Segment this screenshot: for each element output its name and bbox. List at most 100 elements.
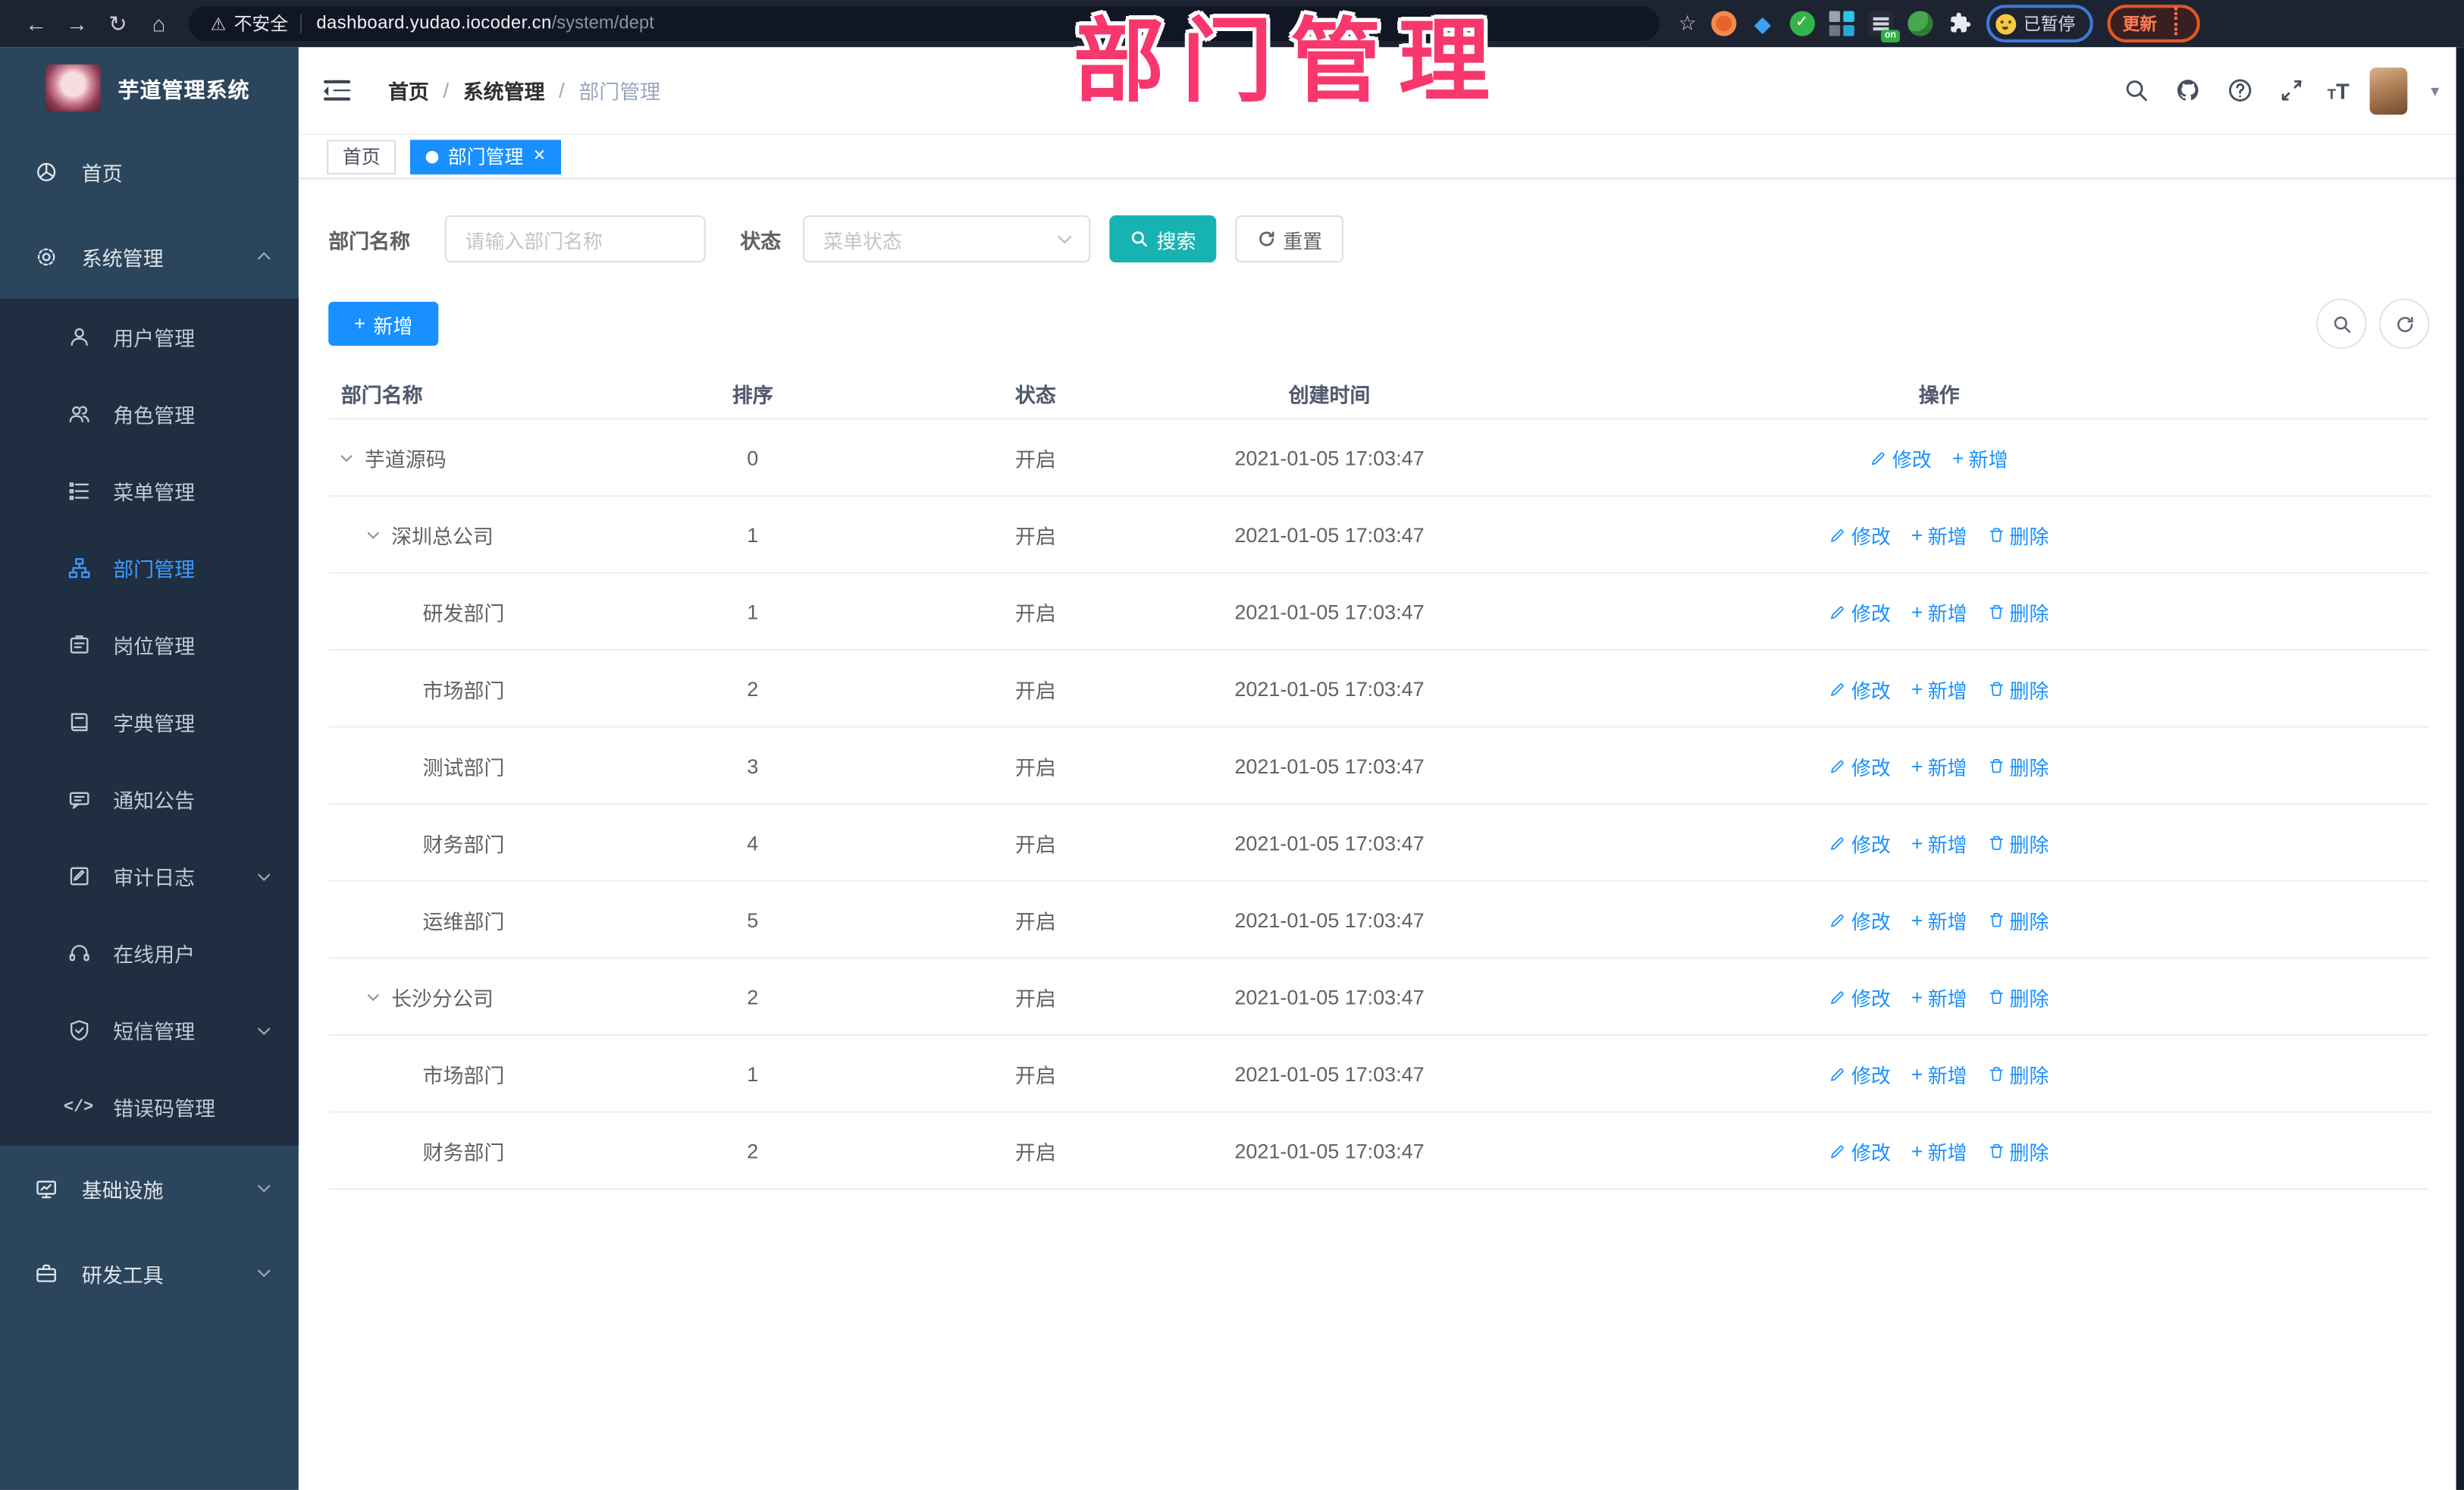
tab-部门管理[interactable]: 部门管理 ✕ [410,139,562,174]
row-action-add[interactable]: + 新增 [1911,827,1967,857]
row-action-delete[interactable]: 删除 [1988,981,2049,1011]
row-action-edit[interactable]: 修改 [1829,1136,1891,1165]
ext-gem-icon[interactable]: ◆ [1750,11,1775,36]
browser-profile-button[interactable]: 已暂停 [1986,5,2093,42]
monitor-icon [33,1175,58,1200]
row-action-add[interactable]: + 新增 [1952,442,2008,472]
sidebar-item-role-management[interactable]: 角色管理 [0,375,299,453]
close-tab-icon[interactable]: ✕ [533,148,546,165]
breadcrumb-item[interactable]: 首页 [388,75,429,105]
row-action-label: 删除 [2009,602,2049,625]
browser-actions: ☆ ◆ ✓ on 已暂停 更新 ⋮ ⋮ [1679,5,2200,42]
avatar-caret-down-icon[interactable]: ▼ [2428,83,2441,99]
row-action-delete[interactable]: 删除 [1988,751,2049,780]
sidebar-item-post-management[interactable]: 岗位管理 [0,607,299,684]
sidebar-item-system-management[interactable]: 系统管理 [0,214,299,299]
row-action-edit[interactable]: 修改 [1829,905,1891,934]
expand-row-icon[interactable] [365,525,382,543]
row-action-add[interactable]: + 新增 [1911,1136,1967,1165]
sidebar-item-label: 菜单管理 [113,481,196,505]
address-bar[interactable]: ⚠ 不安全 dashboard.yudao.iocoder.cn/system/… [188,6,1660,41]
toggle-search-button[interactable] [2316,298,2367,350]
refresh-table-button[interactable] [2379,298,2430,350]
sidebar-item-dev-tools[interactable]: 研发工具 [0,1231,299,1316]
sidebar-item-user-management[interactable]: 用户管理 [0,299,299,376]
row-action-delete[interactable]: 删除 [1988,673,2049,703]
browser-update-button[interactable]: 更新 ⋮ ⋮ [2106,5,2200,42]
help-icon[interactable] [2224,74,2255,105]
window-scrollbar-edge[interactable] [2456,47,2464,1490]
row-action-label: 修改 [1851,757,1891,780]
sidebar-item-notice-announcement[interactable]: 通知公告 [0,761,299,838]
collapse-sidebar-icon[interactable] [323,80,351,101]
refresh-icon [1259,231,1274,246]
row-action-edit[interactable]: 修改 [1829,519,1891,549]
sidebar-item-sms-management[interactable]: 短信管理 [0,992,299,1069]
row-action-edit[interactable]: 修改 [1829,673,1891,703]
ext-check-icon[interactable]: ✓ [1789,11,1815,36]
ext-grid-icon[interactable] [1828,11,1854,36]
status-select[interactable]: 菜单状态 [803,215,1091,263]
sidebar-item-home[interactable]: 首页 [0,129,299,214]
sidebar-item-label: 系统管理 [81,246,164,270]
sidebar-item-audit-log[interactable]: 审计日志 [0,838,299,915]
reload-icon[interactable]: ↻ [98,10,139,36]
row-action-edit[interactable]: 修改 [1829,597,1891,626]
row-action-delete[interactable]: 删除 [1988,1136,2049,1165]
row-action-edit[interactable]: 修改 [1829,827,1891,857]
row-action-delete[interactable]: 删除 [1988,827,2049,857]
row-action-label: 新增 [1927,679,1967,702]
github-icon[interactable] [2172,74,2203,105]
breadcrumb-separator: / [443,78,450,102]
row-action-add[interactable]: + 新增 [1911,905,1967,934]
row-action-delete[interactable]: 删除 [1988,905,2049,934]
search-icon[interactable] [2120,74,2151,105]
row-action-label: 修改 [1851,1141,1891,1164]
home-icon[interactable]: ⌂ [138,11,179,36]
sidebar-item-label: 审计日志 [113,866,196,890]
sidebar-item-menu-management[interactable]: 菜单管理 [0,453,299,530]
forward-icon[interactable]: → [57,11,98,36]
tab-首页[interactable]: 首页 [327,139,397,174]
user-avatar[interactable] [2369,67,2408,114]
search-button[interactable]: 搜索 [1109,215,1217,263]
expand-row-icon[interactable] [365,988,382,1005]
row-action-edit[interactable]: 修改 [1870,442,1932,472]
row-action-delete[interactable]: 删除 [1988,597,2049,626]
sort-cell: 4 [747,830,759,855]
sidebar-item-label: 研发工具 [81,1263,164,1287]
ext-switch-on-icon[interactable]: on [1867,11,1900,42]
row-action-add[interactable]: + 新增 [1911,673,1967,703]
row-action-edit[interactable]: 修改 [1829,1059,1891,1088]
ext-shield-orange-icon[interactable] [1710,11,1736,36]
row-action-add[interactable]: + 新增 [1911,1059,1967,1088]
app-logo[interactable]: 芋道管理系统 [0,47,299,129]
fullscreen-icon[interactable] [2275,74,2306,105]
row-action-label: 新增 [1927,602,1967,625]
add-dept-button[interactable]: + 新增 [328,301,439,346]
extensions-puzzle-icon[interactable] [1946,11,1971,36]
bookmark-star-icon[interactable]: ☆ [1679,11,1697,36]
row-action-edit[interactable]: 修改 [1829,751,1891,780]
font-size-icon[interactable]: TT [2328,78,2350,103]
dashboard-icon [36,162,55,180]
breadcrumb-item[interactable]: 系统管理 [463,75,545,105]
row-action-add[interactable]: + 新增 [1911,519,1967,549]
reset-button[interactable]: 重置 [1235,215,1344,263]
sidebar-item-dict-management[interactable]: 字典管理 [0,684,299,761]
row-action-add[interactable]: + 新增 [1911,751,1967,780]
row-action-add[interactable]: + 新增 [1911,981,1967,1011]
row-action-delete[interactable]: 删除 [1988,1059,2049,1088]
ext-green-icon[interactable] [1907,11,1933,36]
expand-row-icon[interactable] [338,449,356,466]
dept-name-input[interactable]: 请输入部门名称 [444,215,706,263]
sidebar-item-online-users[interactable]: 在线用户 [0,914,299,992]
sidebar-item-dept-management[interactable]: 部门管理 [0,529,299,607]
trash-icon [1989,681,2003,695]
row-action-edit[interactable]: 修改 [1829,981,1891,1011]
row-action-delete[interactable]: 删除 [1988,519,2049,549]
sidebar-item-infrastructure[interactable]: 基础设施 [0,1146,299,1231]
sidebar-item-error-code-management[interactable]: </> 错误码管理 [0,1068,299,1146]
back-icon[interactable]: ← [16,11,57,36]
row-action-add[interactable]: + 新增 [1911,597,1967,626]
